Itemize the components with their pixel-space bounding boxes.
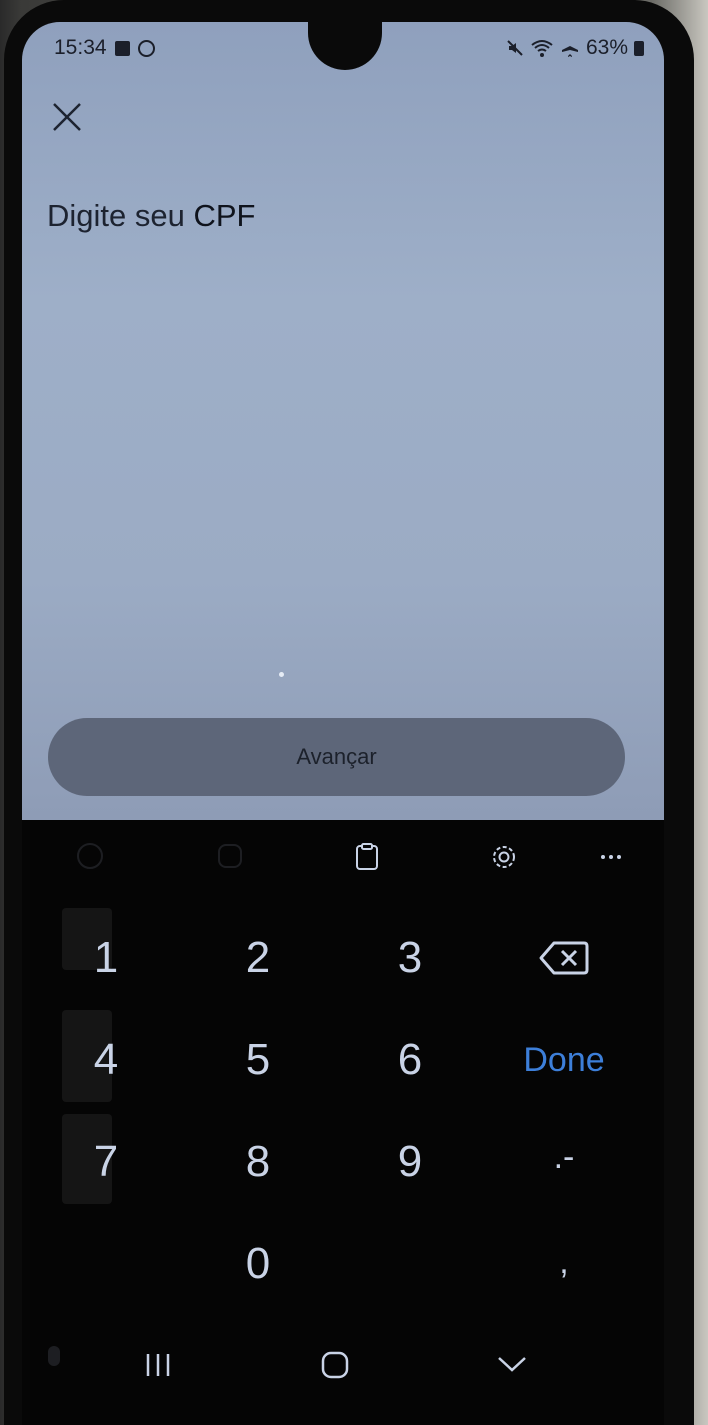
page-title: Digite seu CPF bbox=[47, 198, 255, 234]
page-title-prefix: Digite seu bbox=[47, 198, 194, 233]
numeric-keyboard: 1 2 3 4 5 6 Done 7 8 9 .- 0 , bbox=[22, 820, 664, 1425]
recent-apps-icon[interactable] bbox=[144, 1352, 172, 1378]
next-button-label: Avançar bbox=[296, 744, 377, 769]
done-key[interactable]: Done bbox=[504, 1041, 624, 1080]
airplane-icon bbox=[561, 39, 578, 57]
emoji-icon[interactable] bbox=[75, 841, 105, 871]
mute-icon bbox=[507, 40, 523, 56]
notification-app-icon bbox=[137, 39, 155, 57]
key-4[interactable]: 4 bbox=[46, 1035, 166, 1085]
key-3[interactable]: 3 bbox=[350, 933, 470, 983]
chevron-down-icon[interactable] bbox=[496, 1354, 528, 1374]
close-icon[interactable] bbox=[50, 100, 84, 134]
app-screen: 15:34 63% Digite seu CPF Avançar bbox=[22, 22, 664, 820]
key-9[interactable]: 9 bbox=[350, 1137, 470, 1187]
next-button[interactable]: Avançar bbox=[48, 718, 625, 796]
clipboard-icon[interactable] bbox=[352, 842, 382, 872]
key-8[interactable]: 8 bbox=[198, 1137, 318, 1187]
more-options-icon[interactable] bbox=[599, 842, 629, 872]
key-1[interactable]: 1 bbox=[46, 933, 166, 983]
key-0[interactable]: 0 bbox=[198, 1239, 318, 1289]
gear-icon[interactable] bbox=[489, 842, 519, 872]
sticker-icon[interactable] bbox=[215, 841, 245, 871]
key-6[interactable]: 6 bbox=[350, 1035, 470, 1085]
backspace-icon[interactable] bbox=[538, 938, 590, 978]
key-2[interactable]: 2 bbox=[198, 933, 318, 983]
comma-key[interactable]: , bbox=[504, 1243, 624, 1282]
notification-check-icon bbox=[114, 40, 130, 56]
status-time: 15:34 bbox=[54, 36, 107, 59]
page-title-emphasis: CPF bbox=[193, 198, 256, 233]
key-5[interactable]: 5 bbox=[198, 1035, 318, 1085]
wifi-icon bbox=[531, 40, 553, 57]
home-icon[interactable] bbox=[320, 1350, 350, 1380]
cursor-dot bbox=[279, 672, 284, 677]
battery-icon bbox=[634, 40, 644, 56]
battery-percent: 63% bbox=[585, 36, 628, 59]
microphone-icon[interactable] bbox=[42, 1344, 66, 1380]
key-7[interactable]: 7 bbox=[46, 1137, 166, 1187]
dot-dash-key[interactable]: .- bbox=[504, 1138, 624, 1177]
